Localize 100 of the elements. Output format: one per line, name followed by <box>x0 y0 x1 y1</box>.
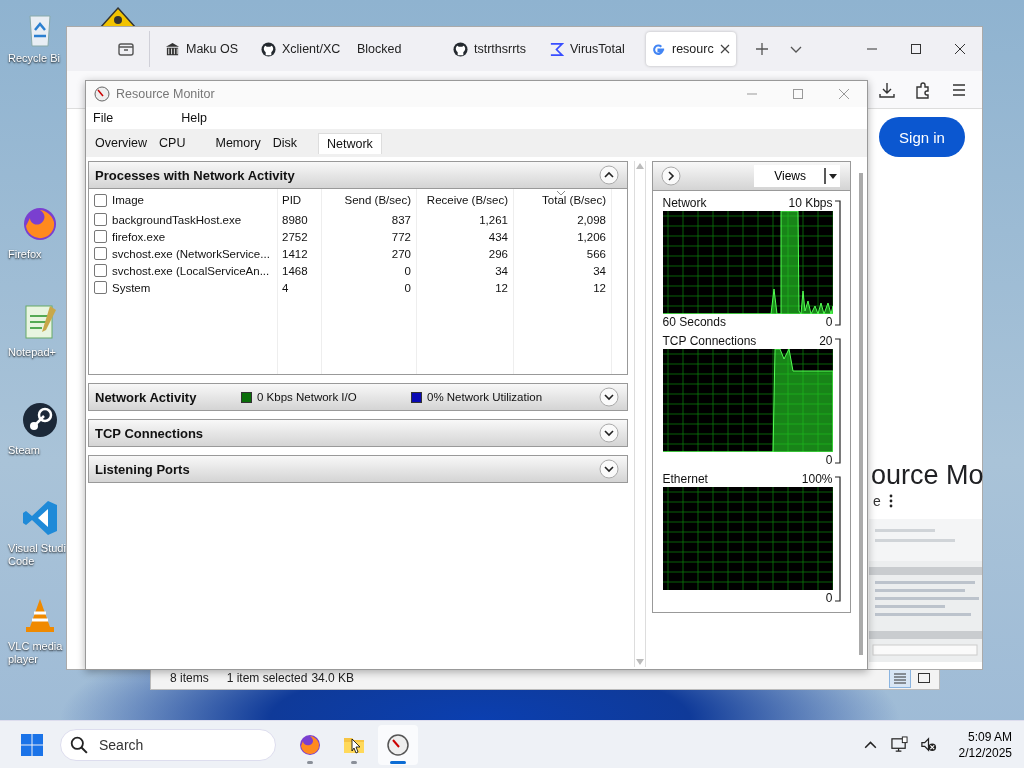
start-icon[interactable] <box>20 732 44 757</box>
speaker-muted-icon[interactable] <box>919 736 937 753</box>
close-tab-icon[interactable] <box>719 44 730 54</box>
table-cell: 2,098 <box>577 213 606 226</box>
sigma-icon <box>549 41 564 57</box>
table-cell: 0 <box>404 281 411 294</box>
table-cell: 12 <box>593 281 606 294</box>
more-icon[interactable] <box>888 494 893 508</box>
browser-tab[interactable]: Blocked <box>352 32 446 66</box>
browser-tab[interactable]: tstrthsrrts <box>448 32 542 66</box>
row-checkbox[interactable] <box>94 264 107 277</box>
section-header[interactable]: TCP Connections <box>88 419 628 447</box>
tab[interactable]: Network <box>317 132 382 154</box>
building-icon <box>165 41 180 57</box>
scrollbar[interactable] <box>859 173 863 655</box>
select-all-checkbox[interactable] <box>94 193 107 207</box>
section-header[interactable]: Network Activity 0 Kbps Network I/O 0% Network Utilization <box>88 383 628 411</box>
graph-min-label: 0 <box>825 590 833 605</box>
taskbar-app-button[interactable] <box>378 724 418 765</box>
fox-globe-icon <box>298 732 322 757</box>
expand-button[interactable] <box>598 459 619 479</box>
monitor-icon[interactable] <box>890 736 908 753</box>
table-cell: 434 <box>488 230 508 243</box>
legend-label: 0% Network Utilization <box>427 391 543 403</box>
graph-title: TCP Connections <box>662 333 757 348</box>
table-cell: 2752 <box>282 230 308 243</box>
menu-item[interactable]: File <box>93 111 114 125</box>
column-header[interactable]: Total (B/sec) <box>542 194 606 206</box>
column-header[interactable]: Receive (B/sec) <box>426 194 508 206</box>
tab[interactable]: Memory <box>210 133 266 153</box>
row-checkbox[interactable] <box>94 230 107 243</box>
sidebar-icon[interactable] <box>117 40 135 58</box>
page-heading: ource Mo <box>870 459 984 491</box>
section-title: Processes with Network Activity <box>95 167 295 183</box>
new-tab-icon[interactable] <box>754 41 770 57</box>
browser-tab[interactable]: Maku OS <box>160 32 254 66</box>
table-cell: 837 <box>391 213 411 226</box>
sign-in-button[interactable]: Sign in <box>879 117 965 157</box>
graph-min-label: 0 <box>825 452 833 467</box>
clock-date[interactable]: 2/12/2025 <box>958 744 1012 761</box>
clock-time[interactable]: 5:09 AM <box>967 728 1012 745</box>
graph-title: Network <box>662 195 707 210</box>
table-cell: 1412 <box>282 247 308 260</box>
section-header[interactable]: Processes with Network Activity <box>88 161 628 189</box>
time-span-label: 60 Seconds <box>662 314 726 329</box>
close-icon[interactable] <box>954 43 966 55</box>
row-checkbox[interactable] <box>94 213 107 226</box>
cat-logo-icon <box>453 41 468 57</box>
graph-max-label: 100% <box>801 471 833 486</box>
graph-max-label: 10 Kbps <box>788 195 833 210</box>
maximize-icon[interactable] <box>910 43 922 55</box>
menu-item[interactable]: Help <box>181 111 207 125</box>
collapse-button[interactable] <box>598 165 619 185</box>
tab[interactable]: CPU <box>154 133 191 153</box>
section-title: TCP Connections <box>95 425 205 441</box>
column-header[interactable]: Image <box>112 194 144 206</box>
expand-button[interactable] <box>598 423 619 443</box>
tab[interactable]: Disk <box>267 133 302 153</box>
table-cell: 296 <box>488 247 508 260</box>
views-dropdown[interactable]: Views <box>754 165 840 187</box>
puzzle-piece-icon[interactable] <box>914 80 932 99</box>
browser-tab[interactable]: resourc <box>646 32 736 66</box>
table-cell: firefox.exe <box>112 230 166 243</box>
cat-logo-icon <box>261 41 276 57</box>
table-cell: 1,261 <box>479 213 508 226</box>
section-title: Network Activity <box>95 389 198 405</box>
table-cell: backgroundTaskHost.exe <box>112 213 242 226</box>
steam-icon[interactable] <box>20 400 60 440</box>
list-icon <box>893 672 907 684</box>
table-cell: 4 <box>282 281 289 294</box>
expand-button[interactable] <box>598 387 619 407</box>
tab[interactable]: Overview <box>90 133 153 153</box>
table-cell: 566 <box>586 247 606 260</box>
table-cell: svchost.exe (LocalServiceAn... <box>112 264 270 277</box>
window-title: Resource Monitor <box>116 87 215 101</box>
column-header[interactable]: PID <box>282 194 302 206</box>
table-cell: svchost.exe (NetworkService... <box>112 247 270 260</box>
row-checkbox[interactable] <box>94 281 107 294</box>
table-cell: 12 <box>495 281 508 294</box>
column-header[interactable]: Send (B/sec) <box>344 194 411 206</box>
table-cell: 270 <box>391 247 411 260</box>
expand-pane-button[interactable] <box>660 166 681 186</box>
selection-size: 34.0 KB <box>311 671 355 685</box>
table-cell: 1468 <box>282 264 308 277</box>
graph-min-label: 0 <box>825 314 833 329</box>
download-icon[interactable] <box>878 80 896 99</box>
row-checkbox[interactable] <box>94 247 107 260</box>
section-title: Listening Ports <box>95 461 191 477</box>
section-header[interactable]: Listening Ports <box>88 455 628 483</box>
code-editor-icon[interactable] <box>20 498 60 538</box>
table-cell: 1,206 <box>577 230 606 243</box>
dropdown-arrow-icon <box>824 168 838 184</box>
browser-tab[interactable]: VirusTotal <box>544 32 638 66</box>
graph-max-label: 20 <box>819 333 833 348</box>
table-cell: 8980 <box>282 213 308 226</box>
item-count: 8 items <box>170 671 209 685</box>
graph-title: Ethernet <box>662 471 708 486</box>
browser-tab[interactable]: Xclient/XC <box>256 32 350 66</box>
table-cell: 34 <box>495 264 508 277</box>
search-field[interactable]: Search <box>60 728 276 761</box>
